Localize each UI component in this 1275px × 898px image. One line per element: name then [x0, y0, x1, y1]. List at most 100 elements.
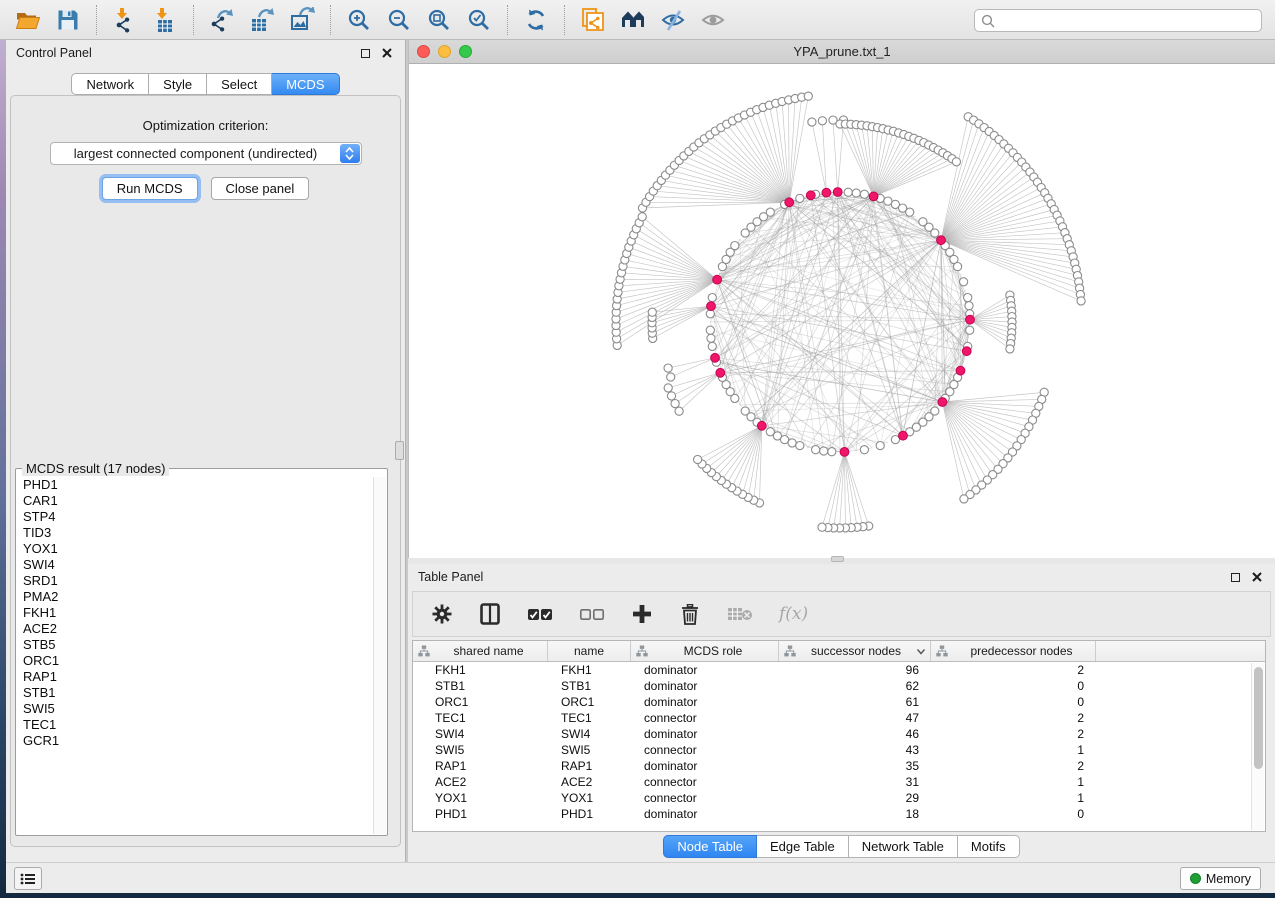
- mcds-result-item[interactable]: TEC1: [17, 717, 373, 733]
- function-builder-icon: f(x): [779, 601, 808, 627]
- mcds-result-item[interactable]: SWI4: [17, 557, 373, 573]
- mcds-result-item[interactable]: PMA2: [17, 589, 373, 605]
- table-row[interactable]: TEC1TEC1connector472: [413, 710, 1265, 726]
- tab-network[interactable]: Network: [71, 73, 149, 95]
- close-panel-icon[interactable]: [379, 45, 395, 61]
- deselect-all-icon[interactable]: [579, 601, 605, 627]
- hide-selected-icon[interactable]: [658, 6, 688, 34]
- network-graph[interactable]: [409, 64, 1274, 557]
- mcds-result-item[interactable]: TID3: [17, 525, 373, 541]
- first-neighbors-icon[interactable]: [618, 6, 648, 34]
- graph-mcds-hub-node: [707, 302, 716, 311]
- task-history-button[interactable]: [14, 867, 42, 890]
- columns-icon[interactable]: [479, 601, 501, 627]
- node-table[interactable]: shared namenameMCDS rolesuccessor nodesp…: [412, 640, 1266, 832]
- network-canvas[interactable]: [409, 64, 1275, 557]
- mcds-result-item[interactable]: STB5: [17, 637, 373, 653]
- mcds-result-item[interactable]: ACE2: [17, 621, 373, 637]
- select-all-icon[interactable]: [527, 601, 553, 627]
- apply-layout-icon[interactable]: [521, 6, 551, 34]
- search-input[interactable]: [999, 14, 1261, 28]
- show-all-icon[interactable]: [698, 6, 728, 34]
- settings-gear-icon[interactable]: [431, 601, 453, 627]
- tab-mcds[interactable]: MCDS: [272, 73, 339, 95]
- table-cell: 29: [779, 791, 931, 805]
- tab-edge-table[interactable]: Edge Table: [757, 835, 849, 858]
- close-table-panel-icon[interactable]: [1249, 569, 1265, 585]
- save-session-icon[interactable]: [53, 6, 83, 34]
- mcds-result-item[interactable]: STB1: [17, 685, 373, 701]
- table-cell: SWI4: [548, 727, 631, 741]
- open-file-icon[interactable]: [13, 6, 43, 34]
- table-cell: ORC1: [548, 695, 631, 709]
- tab-select[interactable]: Select: [207, 73, 272, 95]
- column-type-icon: [936, 645, 948, 657]
- tab-style[interactable]: Style: [149, 73, 207, 95]
- export-image-icon[interactable]: [287, 6, 317, 34]
- mcds-result-scrollbar[interactable]: [373, 477, 386, 834]
- graph-leaf-node: [671, 400, 679, 408]
- zoom-fit-icon[interactable]: [424, 6, 454, 34]
- table-row[interactable]: PHD1PHD1dominator180: [413, 806, 1265, 822]
- zoom-selected-icon[interactable]: [464, 6, 494, 34]
- criterion-select[interactable]: largest connected component (undirected): [50, 142, 362, 165]
- column-header-predecessor-nodes[interactable]: predecessor nodes: [931, 641, 1096, 661]
- close-panel-button[interactable]: Close panel: [211, 177, 310, 200]
- column-type-icon: [636, 645, 648, 657]
- horizontal-splitter-handle[interactable]: [831, 556, 844, 562]
- tab-node-table[interactable]: Node Table: [663, 835, 757, 858]
- export-table-icon[interactable]: [247, 6, 277, 34]
- mcds-result-item[interactable]: RAP1: [17, 669, 373, 685]
- table-row[interactable]: YOX1YOX1connector291: [413, 790, 1265, 806]
- network-window-titlebar[interactable]: YPA_prune.txt_1: [409, 40, 1275, 64]
- column-header-successor-nodes[interactable]: successor nodes: [779, 641, 931, 661]
- column-header-MCDS-role[interactable]: MCDS role: [631, 641, 779, 661]
- column-header-name[interactable]: name: [548, 641, 631, 661]
- table-row[interactable]: SWI5SWI5connector431: [413, 742, 1265, 758]
- run-mcds-button[interactable]: Run MCDS: [102, 177, 198, 200]
- delete-icon[interactable]: [679, 601, 701, 627]
- memory-button[interactable]: Memory: [1180, 867, 1261, 890]
- zoom-out-icon[interactable]: [384, 6, 414, 34]
- table-scrollbar-thumb[interactable]: [1254, 667, 1263, 769]
- mcds-result-item[interactable]: ORC1: [17, 653, 373, 669]
- graph-ring-node: [796, 194, 804, 202]
- mcds-result-item[interactable]: YOX1: [17, 541, 373, 557]
- mcds-result-item[interactable]: GCR1: [17, 733, 373, 749]
- mcds-result-item[interactable]: FKH1: [17, 605, 373, 621]
- table-row[interactable]: FKH1FKH1dominator962: [413, 662, 1265, 678]
- table-row[interactable]: ACE2ACE2connector311: [413, 774, 1265, 790]
- table-row[interactable]: SWI4SWI4dominator462: [413, 726, 1265, 742]
- mcds-result-item[interactable]: STP4: [17, 509, 373, 525]
- search-box[interactable]: [974, 9, 1262, 32]
- optimization-criterion-label: Optimization criterion:: [11, 118, 400, 133]
- tab-network-table[interactable]: Network Table: [849, 835, 958, 858]
- float-panel-icon[interactable]: [357, 45, 373, 61]
- mcds-result-list[interactable]: PHD1CAR1STP4TID3YOX1SWI4SRD1PMA2FKH1ACE2…: [17, 477, 373, 834]
- graph-mcds-hub-node: [899, 431, 908, 440]
- mcds-result-item[interactable]: PHD1: [17, 477, 373, 493]
- table-cell: SWI5: [413, 743, 548, 757]
- table-cell: 43: [779, 743, 931, 757]
- mcds-result-item[interactable]: CAR1: [17, 493, 373, 509]
- tab-motifs[interactable]: Motifs: [958, 835, 1020, 858]
- import-table-icon[interactable]: [150, 6, 180, 34]
- add-icon[interactable]: [631, 601, 653, 627]
- mcds-result-item[interactable]: SWI5: [17, 701, 373, 717]
- table-cell: YOX1: [548, 791, 631, 805]
- table-panel-header: Table Panel: [408, 564, 1275, 590]
- table-row[interactable]: STB1STB1dominator620: [413, 678, 1265, 694]
- table-cell: PHD1: [548, 807, 631, 821]
- table-row[interactable]: ORC1ORC1dominator610: [413, 694, 1265, 710]
- table-scrollbar[interactable]: [1251, 663, 1264, 830]
- vertical-splitter-handle[interactable]: [395, 441, 404, 460]
- export-network-icon[interactable]: [207, 6, 237, 34]
- network-from-selection-icon[interactable]: [578, 6, 608, 34]
- column-header-shared-name[interactable]: shared name: [413, 641, 548, 661]
- table-row[interactable]: RAP1RAP1dominator352: [413, 758, 1265, 774]
- mcds-result-item[interactable]: SRD1: [17, 573, 373, 589]
- zoom-in-icon[interactable]: [344, 6, 374, 34]
- float-table-panel-icon[interactable]: [1227, 569, 1243, 585]
- table-panel: Table Panel f(x) shared namenameMCDS rol…: [408, 564, 1275, 862]
- import-network-icon[interactable]: [110, 6, 140, 34]
